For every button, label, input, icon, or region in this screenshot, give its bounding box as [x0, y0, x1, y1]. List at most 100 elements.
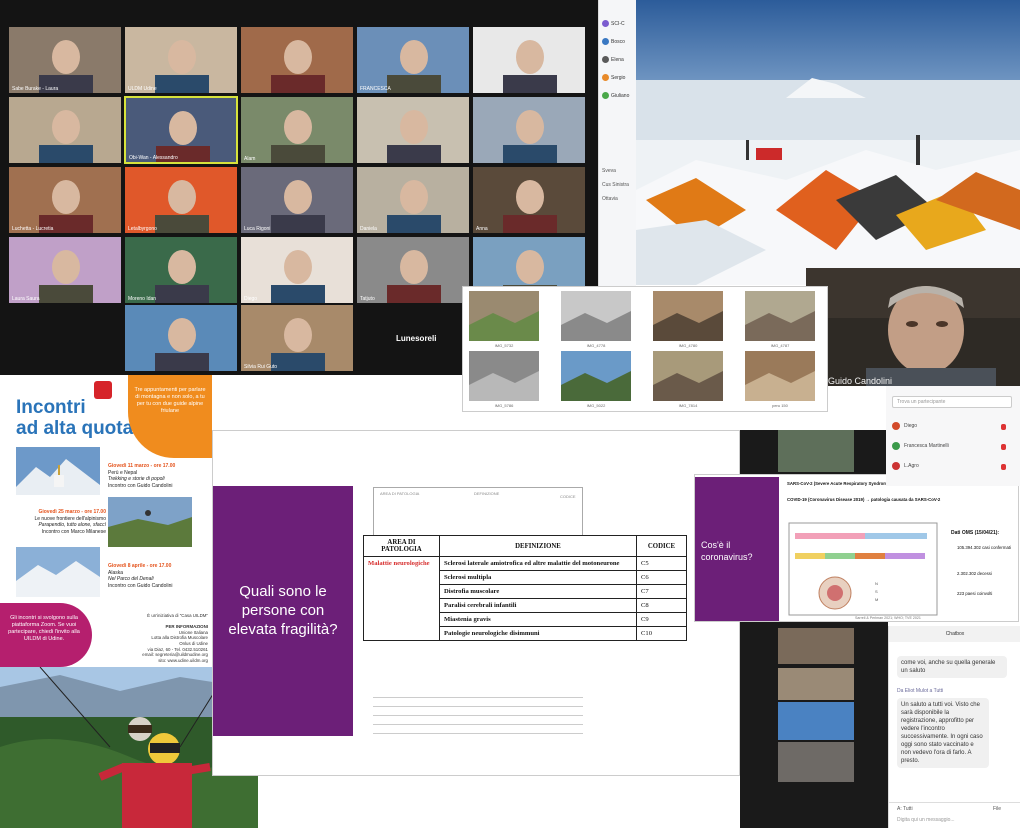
participant-name: Silvia Rui Guto [244, 364, 278, 370]
strip-row[interactable]: Bosco [602, 38, 625, 45]
chat-composer: A: Tutti File Digita qui un messaggio... [889, 802, 1020, 828]
muted-mic-icon [1001, 424, 1006, 430]
svg-text:N: N [875, 581, 878, 586]
participant-item[interactable]: Francesca Martinelli [892, 442, 949, 450]
participant-name: Laura Saura [12, 296, 40, 302]
poster-zoom-info: Gli incontri si svolgono sulla piattafor… [0, 603, 92, 667]
video-tile: Laura Saura [8, 236, 122, 304]
photo-thumbnail[interactable] [745, 291, 815, 341]
pathology-table: AREA DI PATOLOGIA DEFINIZIONE CODICE Mal… [363, 535, 687, 641]
oms-title: Dati OMS (15/04/21): [951, 530, 1000, 536]
participant-name: FRANCESCA [360, 86, 391, 92]
photo-caption: IMG_5732 [494, 343, 514, 348]
video-tile: Moreno Idan [124, 236, 238, 304]
file-button[interactable]: File [993, 806, 1001, 812]
strip-row[interactable]: SCI-C [602, 20, 625, 27]
video-tile: Alam [240, 96, 354, 164]
participant-name: Tatjuto [360, 296, 375, 302]
chat-recipient-select[interactable]: A: Tutti [897, 806, 913, 812]
video-tile: Daniela [356, 166, 470, 234]
photo-caption: IMG_7814 [678, 403, 698, 408]
slide-question-panel: Quali sono le persone con elevata fragil… [213, 486, 353, 736]
video-tile: Luchetta - Lucretia [8, 166, 122, 234]
photo-thumbnail[interactable] [653, 351, 723, 401]
video-tile: Diego [240, 236, 354, 304]
participant-name: Letalbyrgono [128, 226, 157, 232]
stat-item: 2.302.302 decessi [957, 571, 992, 576]
participant-name: Anna [476, 226, 488, 232]
photo-thumbnail[interactable] [653, 291, 723, 341]
photo-caption: IMG_5022 [586, 403, 606, 408]
speaker-video: Guido Candolini [806, 268, 1020, 386]
photo-thumbnail[interactable] [561, 291, 631, 341]
participant-name: ULDM Udine [128, 86, 157, 92]
video-tile [778, 430, 854, 472]
coronavirus-slide: Cos'è il coronavirus? SARS-CoV-2 (Severe… [694, 474, 1019, 622]
participant-name: Luchetta - Lucretia [12, 226, 54, 232]
video-tile: Tatjuto [356, 236, 470, 304]
slide-question: Cos'è il coronavirus? [701, 540, 753, 562]
video-tile [778, 668, 854, 700]
self-view-name: Lunesoreli [396, 334, 437, 343]
stat-item: 105.394.302 casi confermati [957, 545, 1011, 550]
participant-item[interactable]: Diego [892, 422, 917, 430]
participant-item[interactable]: L.Agro [892, 462, 919, 470]
participant-name: Diego [244, 296, 258, 302]
poster-contacts: È un'iniziativa di "Casa UILDM" PER INFO… [100, 613, 208, 663]
video-tile [240, 26, 354, 94]
chat-message: come voi, anche su quella generale un sa… [897, 656, 1007, 678]
video-tile [778, 702, 854, 740]
photo-thumbnail[interactable] [561, 351, 631, 401]
video-tile [124, 304, 238, 372]
participant-name: Sabe Burake - Laura [12, 86, 59, 92]
video-tile: Anna [472, 166, 586, 234]
cliff-photo [108, 497, 192, 547]
photo-caption: IMG_4780 [678, 343, 698, 348]
category-cell: Malattie neurologiche [363, 556, 440, 641]
participant-search-input[interactable]: Trova un partecipante [892, 396, 1012, 408]
background-table-rows [373, 689, 583, 745]
video-tile [472, 26, 586, 94]
video-tile [778, 628, 854, 664]
video-tile: Silvia Rui Guto [240, 304, 354, 372]
photo-thumbnail[interactable] [469, 291, 539, 341]
table-row: Malattie neurologiche Sclerosi laterale … [363, 556, 687, 641]
mountain-camp-photo [636, 0, 1020, 285]
table-header: AREA DI PATOLOGIA [363, 535, 440, 557]
strip-label: Ottavia [602, 196, 618, 202]
photo-thumbnail[interactable] [745, 351, 815, 401]
photo-thumbnail[interactable] [469, 351, 539, 401]
svg-text:S: S [875, 589, 878, 594]
photo-caption: IMG_4778 [586, 343, 606, 348]
slide-question-panel: Cos'è il coronavirus? [695, 477, 779, 621]
poster-title: Incontri ad alta quota [16, 397, 134, 439]
participant-strip: SCI-C Bosco Elena Sergio Giuliano Sveva … [598, 0, 636, 290]
poster-info-line: sito: www.udine.uildm.org [158, 657, 208, 663]
slide-question: Quali sono le persone con elevata fragil… [228, 583, 338, 638]
stat-item: 223 paesi coinvolti [957, 591, 993, 596]
muted-mic-icon [1001, 464, 1006, 470]
chat-message: Un saluto a tutti voi. Visto che sarà di… [897, 698, 989, 768]
strip-row[interactable]: Sergio [602, 74, 625, 81]
video-tile: Sabe Burake - Laura [8, 26, 122, 94]
video-tile: Letalbyrgono [124, 166, 238, 234]
participant-name: Luca Rigoni [244, 226, 271, 232]
chat-input[interactable]: Digita qui un messaggio... [897, 817, 955, 823]
photo-caption: IMG_4787 [770, 343, 790, 348]
strip-label: Cus Sinistra [602, 182, 629, 188]
table-header: DEFINIZIONE [439, 535, 637, 557]
strip-row[interactable]: Elena [602, 56, 624, 63]
participant-name: Moreno Idan [128, 296, 157, 302]
table-header: CODICE [636, 535, 687, 557]
strip-label: Sveva [602, 168, 616, 174]
video-tile [356, 96, 470, 164]
participant-list: Trova un partecipante Diego Francesca Ma… [886, 386, 1020, 486]
participant-name: Daniela [360, 226, 377, 232]
chat-panel: Chatbox come voi, anche su quella genera… [888, 626, 1020, 828]
event-1: Giovedì 11 marzo - ore 17.00 Perù e Nepa… [108, 463, 176, 489]
photo-caption: IMG_5786 [494, 403, 514, 408]
chat-title: Chatbox [889, 626, 1020, 642]
strip-row[interactable]: Giuliano [602, 92, 629, 99]
video-tile [472, 96, 586, 164]
virus-diagram: N S M [785, 519, 941, 619]
